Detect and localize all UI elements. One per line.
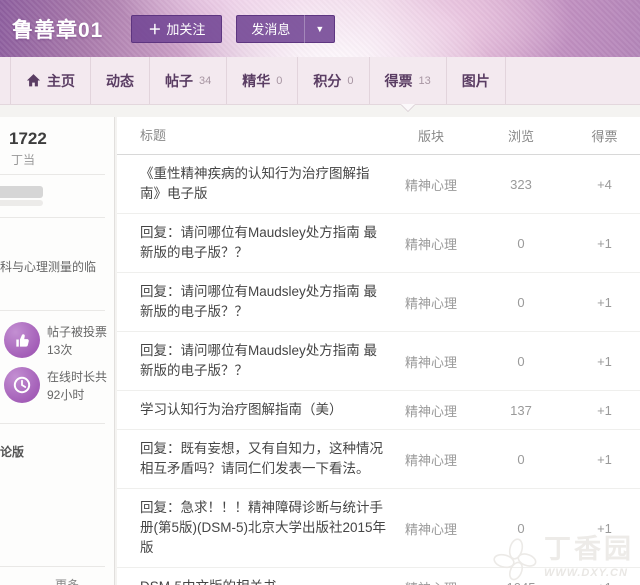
votes-count: +4 [597, 176, 612, 192]
col-views: 浏览 [507, 129, 534, 144]
profile-header: 鲁善章01 ＋ 加关注 发消息 ▼ [0, 0, 640, 57]
board-link[interactable]: 精神心理 [389, 234, 473, 253]
post-row: 回复：既有妄想，又有自知力，这种情况相互矛盾吗？请同仁们发表一下看法。 精神心理… [117, 430, 640, 489]
stat-line: 帖子被投票 [47, 325, 108, 339]
post-row: 回复：请问哪位有Maudsley处方指南 最新版的电子版？？ 精神心理 0 +1 [117, 273, 640, 332]
votes-panel: 标题 版块 浏览 得票 《重性精神疾病的认知行为治疗图解指南》电子版 精神心理 … [117, 117, 640, 585]
divider [0, 423, 105, 424]
online-time-stat: 在线时长共 92小时 [4, 367, 107, 404]
stat-line: 13次 [47, 343, 73, 357]
views-count: 137 [510, 402, 532, 418]
profile-sidebar: 1722 丁当 科与心理测量的临 帖子被投票 13次 在线时长共 92小时 论版… [0, 117, 115, 585]
votes-count: +1 [569, 580, 640, 585]
post-row: 学习认知行为治疗图解指南（美） 精神心理 137 +1 [117, 391, 640, 430]
follow-button-label: 加关注 [166, 22, 206, 37]
thumbs-up-icon [4, 322, 40, 358]
board-link[interactable]: 精神心理 [389, 293, 473, 312]
views-count: 0 [517, 353, 525, 369]
tab-label: 帖子 [165, 72, 193, 89]
tab-count: 13 [418, 74, 431, 87]
dingdang-label: 丁当 [11, 153, 36, 167]
divider [0, 217, 105, 218]
tab-home[interactable]: 主页 [10, 57, 91, 104]
forum-section-label: 论版 [0, 445, 25, 459]
post-row: 《重性精神疾病的认知行为治疗图解指南》电子版 精神心理 323 +4 [117, 155, 640, 214]
post-title-link[interactable]: 回复：既有妄想，又有自知力，这种情况相互矛盾吗？请同仁们发表一下看法。 [117, 439, 389, 479]
tab-essence[interactable]: 精华 0 [227, 57, 299, 104]
tab-label: 得票 [384, 72, 413, 89]
tab-label: 图片 [461, 72, 490, 89]
board-link[interactable]: 精神心理 [389, 175, 473, 194]
username: 鲁善章01 [12, 18, 104, 42]
board-link[interactable]: 精神心理 [389, 450, 473, 469]
post-row: DSM-5中文版的相关书 精神心理 1045 +1 [117, 568, 640, 585]
home-icon [26, 74, 41, 87]
votes-stat: 帖子被投票 13次 [4, 322, 107, 359]
follow-button[interactable]: ＋ 加关注 [131, 14, 223, 43]
views-count: 0 [517, 451, 525, 467]
online-time-text: 在线时长共 92小时 [47, 367, 107, 404]
views-count: 0 [517, 294, 525, 310]
tab-label: 主页 [47, 72, 75, 89]
progress-bar [0, 186, 43, 198]
tab-label: 积分 [313, 72, 342, 89]
tab-posts[interactable]: 帖子 34 [150, 57, 228, 104]
tab-pictures[interactable]: 图片 [447, 57, 506, 104]
chevron-down-icon[interactable]: ▼ [305, 24, 334, 34]
dingdang-value: 1722 [9, 129, 47, 148]
tab-label: 动态 [106, 72, 134, 89]
votes-stat-text: 帖子被投票 13次 [47, 322, 107, 359]
post-title-link[interactable]: 《重性精神疾病的认知行为治疗图解指南》电子版 [117, 164, 389, 204]
board-link[interactable]: 精神心理 [389, 401, 473, 420]
votes-count: +1 [597, 294, 612, 310]
views-count: 323 [510, 176, 532, 192]
stat-line: 在线时长共 [47, 370, 108, 384]
signature-text: 科与心理测量的临 [0, 260, 97, 274]
post-row: 回复：请问哪位有Maudsley处方指南 最新版的电子版？？ 精神心理 0 +1 [117, 214, 640, 273]
votes-count: +1 [597, 402, 612, 418]
col-votes: 得票 [591, 129, 618, 144]
views-count: 0 [517, 520, 525, 536]
profile-tabs: 主页 动态 帖子 34 精华 0 积分 0 得票 13 图片 [0, 57, 640, 111]
board-link[interactable]: 精神心理 [389, 578, 473, 585]
tab-label: 精华 [242, 72, 271, 89]
votes-count: +1 [597, 451, 612, 467]
tab-points[interactable]: 积分 0 [298, 57, 370, 104]
table-header: 标题 版块 浏览 得票 [117, 117, 640, 155]
divider [0, 566, 105, 567]
votes-count: +1 [597, 235, 612, 251]
post-title-link[interactable]: 回复：急求！！！精神障碍诊断与统计手册(第5版)(DSM-5)北京大学出版社20… [117, 498, 389, 558]
post-title-link[interactable]: 回复：请问哪位有Maudsley处方指南 最新版的电子版？？ [117, 282, 389, 322]
post-title-link[interactable]: 回复：请问哪位有Maudsley处方指南 最新版的电子版？？ [117, 223, 389, 263]
divider [0, 174, 105, 175]
votes-count: +1 [597, 353, 612, 369]
message-button-label: 发消息 [251, 22, 291, 37]
post-title-link[interactable]: 学习认知行为治疗图解指南（美） [117, 400, 389, 420]
clock-icon [4, 367, 40, 403]
views-count: 1045 [473, 580, 569, 585]
more-link[interactable]: 更多 [55, 576, 79, 585]
tab-activity[interactable]: 动态 [91, 57, 150, 104]
board-link[interactable]: 精神心理 [389, 352, 473, 371]
board-link[interactable]: 精神心理 [389, 519, 473, 538]
plus-icon: ＋ [148, 22, 162, 37]
post-title-link[interactable]: DSM-5中文版的相关书 [117, 577, 389, 585]
tab-count: 0 [347, 74, 354, 87]
post-row: 回复：请问哪位有Maudsley处方指南 最新版的电子版？？ 精神心理 0 +1 [117, 332, 640, 391]
col-board: 版块 [417, 129, 444, 144]
message-button[interactable]: 发消息 ▼ [236, 14, 336, 43]
stat-line: 92小时 [47, 388, 85, 402]
votes-count: +1 [597, 520, 612, 536]
tab-count: 34 [199, 74, 212, 87]
tab-votes[interactable]: 得票 13 [370, 57, 447, 111]
divider [0, 310, 105, 311]
col-title: 标题 [140, 127, 167, 143]
post-title-link[interactable]: 回复：请问哪位有Maudsley处方指南 最新版的电子版？？ [117, 341, 389, 381]
tab-count: 0 [276, 74, 283, 87]
header-actions: ＋ 加关注 发消息 ▼ [131, 14, 336, 43]
content-area: 1722 丁当 科与心理测量的临 帖子被投票 13次 在线时长共 92小时 论版… [0, 105, 640, 585]
views-count: 0 [517, 235, 525, 251]
progress-bar-track [0, 200, 43, 206]
post-row: 回复：急求！！！精神障碍诊断与统计手册(第5版)(DSM-5)北京大学出版社20… [117, 489, 640, 568]
